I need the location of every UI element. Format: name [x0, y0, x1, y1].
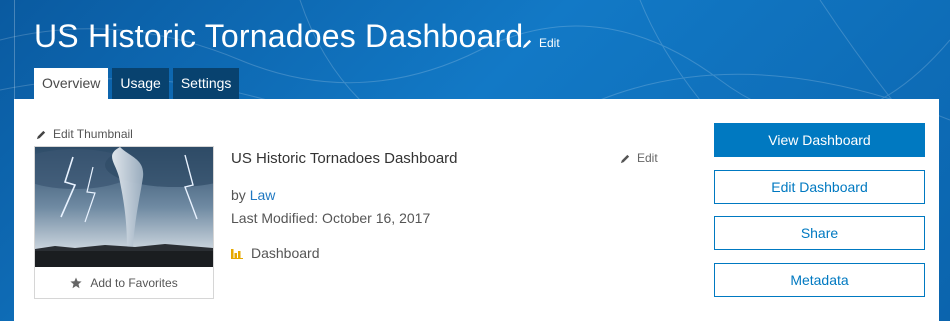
thumbnail-image[interactable] — [35, 147, 213, 267]
item-type-label: Dashboard — [251, 245, 320, 261]
item-edit-label: Edit — [637, 151, 658, 165]
owner-prefix: by — [231, 187, 246, 203]
pencil-icon — [36, 130, 46, 139]
tab-usage[interactable]: Usage — [112, 68, 169, 99]
favorites-label: Add to Favorites — [90, 276, 178, 290]
metadata-button[interactable]: Metadata — [714, 263, 925, 297]
bar-chart-icon — [231, 249, 243, 259]
tab-settings[interactable]: Settings — [172, 68, 240, 99]
title-edit-button[interactable]: Edit — [522, 36, 560, 50]
view-dashboard-button[interactable]: View Dashboard — [714, 123, 925, 157]
item-title: US Historic Tornadoes Dashboard — [231, 150, 458, 167]
edit-dashboard-button[interactable]: Edit Dashboard — [714, 170, 925, 204]
pencil-icon — [522, 39, 532, 48]
page-title: US Historic Tornadoes Dashboard — [34, 18, 524, 54]
overview-panel: Edit Thumbnail Add to Favorites US Histo… — [14, 99, 939, 321]
pencil-icon — [620, 154, 630, 163]
last-modified: Last Modified: October 16, 2017 — [231, 210, 431, 226]
owner-link[interactable]: Law — [250, 187, 276, 203]
edit-thumbnail-button[interactable]: Edit Thumbnail — [36, 127, 133, 141]
tab-overview[interactable]: Overview — [34, 68, 109, 99]
item-type: Dashboard — [231, 245, 320, 261]
owner-line: by Law — [231, 187, 275, 203]
tab-bar: Overview Usage Settings — [34, 68, 243, 99]
add-to-favorites-button[interactable]: Add to Favorites — [35, 268, 213, 298]
thumbnail-card: Add to Favorites — [34, 146, 214, 299]
tornado-image — [35, 147, 213, 267]
edit-thumbnail-label: Edit Thumbnail — [53, 127, 133, 141]
page: US Historic Tornadoes Dashboard Edit Ove… — [0, 0, 950, 321]
title-edit-label: Edit — [539, 36, 560, 50]
star-icon — [70, 277, 82, 289]
item-edit-button[interactable]: Edit — [620, 151, 658, 165]
share-button[interactable]: Share — [714, 216, 925, 250]
